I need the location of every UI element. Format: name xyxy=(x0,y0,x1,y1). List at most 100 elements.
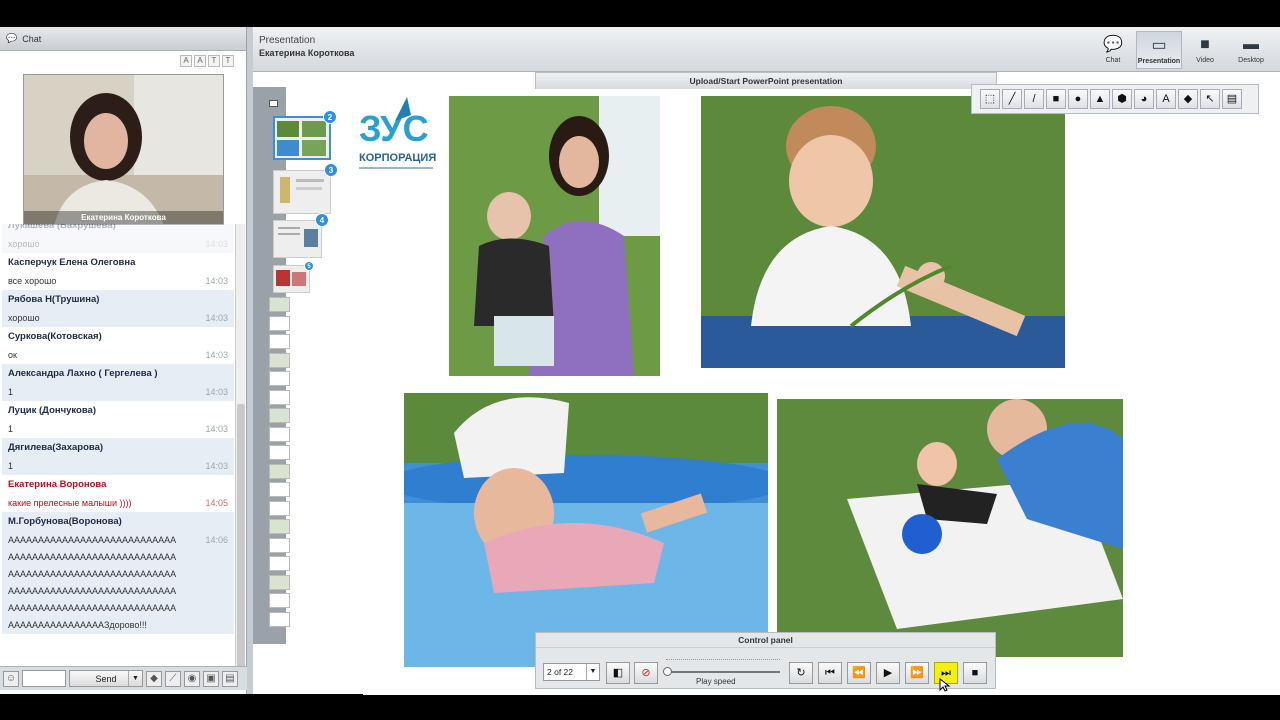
photo-baby-with-flowers xyxy=(701,96,1065,368)
message-text: 1 xyxy=(8,424,14,434)
emoticon-icon[interactable]: ☺ xyxy=(3,670,19,687)
desktop-icon: ▬ xyxy=(1243,36,1259,53)
text-style-button[interactable]: T xyxy=(208,55,220,67)
message-time: 14:03 xyxy=(205,424,228,434)
message-line: ок 14:03 xyxy=(8,347,228,364)
circle-icon[interactable]: ● xyxy=(1068,89,1088,109)
slide-thumbnail[interactable] xyxy=(269,611,290,627)
message-time: 14:06 xyxy=(205,535,228,545)
play-speed-slider[interactable] xyxy=(663,667,780,676)
slide-thumbnail[interactable] xyxy=(269,574,290,590)
line-icon[interactable]: / xyxy=(1024,89,1044,109)
slide-thumbnail[interactable]: 4 xyxy=(273,213,329,258)
slider-knob[interactable] xyxy=(663,667,672,676)
clear-icon[interactable]: ▤ xyxy=(1222,89,1242,109)
chat-panel: 💬 Chat A A T T Екатерина Короткова Лукаш… xyxy=(0,27,247,694)
slide-thumbnail[interactable] xyxy=(269,556,290,571)
slide-thumbnail[interactable] xyxy=(269,593,290,608)
first-slide-button[interactable]: ⏮ xyxy=(818,662,842,684)
drawing-toolbar: ⬚ ╱ / ■ ● ▲ ⬢ ◕ A ◆ ↖ ▤ xyxy=(971,84,1259,114)
rectangle-icon[interactable]: ■ xyxy=(1046,89,1066,109)
mode-desktop[interactable]: ▬ Desktop xyxy=(1228,31,1274,69)
chat-input[interactable] xyxy=(22,670,66,687)
chevron-down-icon[interactable]: ▼ xyxy=(128,671,142,686)
previous-slide-button[interactable]: ⏪ xyxy=(847,662,871,684)
font-size-button[interactable]: A xyxy=(194,55,206,67)
triangle-icon[interactable]: ▲ xyxy=(1090,89,1110,109)
chat-icon: 💬 xyxy=(6,33,18,43)
chat-title: Chat xyxy=(22,33,42,44)
message-text: хорошо xyxy=(8,239,40,249)
page-select[interactable]: 2 of 22 ▼ xyxy=(543,663,600,681)
slide-thumbnail[interactable] xyxy=(269,371,290,386)
slide-thumbnail[interactable] xyxy=(269,500,290,516)
slide-thumbnail[interactable] xyxy=(269,352,290,368)
eraser-icon[interactable]: ◆ xyxy=(146,670,162,687)
pie-icon[interactable]: ◕ xyxy=(1134,89,1154,109)
eye-icon[interactable]: ◉ xyxy=(184,670,200,687)
message-line: 1 14:03 xyxy=(8,458,228,475)
slide-thumbnail[interactable] xyxy=(269,408,290,423)
control-panel: Control panel 2 of 22 ▼ ◧ ⊘ Play speed ↻ ⏮… xyxy=(535,632,996,689)
chat-message: Лукашева (Вахрушева) хорошо 14:03 xyxy=(2,224,234,253)
slide-thumbnail[interactable] xyxy=(269,426,290,442)
upload-presentation-button[interactable]: Upload/Start PowerPoint presentation xyxy=(535,72,997,90)
slide-thumbnail[interactable]: 5 xyxy=(273,261,314,293)
pencil-icon[interactable]: ╱ xyxy=(1002,89,1022,109)
eraser-icon[interactable]: ◆ xyxy=(1178,89,1198,109)
slide-thumbnail[interactable] xyxy=(269,482,290,497)
message-author: Лукашева (Вахрушева) xyxy=(8,224,116,231)
stop-button[interactable]: ■ xyxy=(963,662,987,684)
slide-number-badge: 2 xyxy=(323,110,337,124)
pointer-icon[interactable]: ↖ xyxy=(1200,89,1220,109)
restart-button[interactable]: ↻ xyxy=(789,662,813,684)
thumbnails-toggle-button[interactable]: ◧ xyxy=(606,662,630,684)
slide-thumbnail[interactable] xyxy=(269,389,290,405)
message-author: Суркова(Котовская) xyxy=(8,331,102,342)
message-line: АААААААААААААААААААААААААААА xyxy=(8,549,228,566)
slide-thumbnail[interactable] xyxy=(269,519,290,534)
slide-thumbnail[interactable]: 2 xyxy=(273,110,337,160)
font-size-button[interactable]: A xyxy=(180,55,192,67)
webcam-image xyxy=(24,75,223,224)
message-author: М.Горбунова(Воронова) xyxy=(8,516,122,527)
text-icon[interactable]: A xyxy=(1156,89,1176,109)
play-speed-label: Play speed xyxy=(696,677,736,686)
lock-icon[interactable]: ▣ xyxy=(203,670,219,687)
slide-thumbnail[interactable] xyxy=(269,537,290,553)
play-button[interactable]: ▶ xyxy=(876,662,900,684)
chevron-down-icon[interactable]: ▼ xyxy=(586,664,599,680)
mode-video[interactable]: ■ Video xyxy=(1182,31,1228,69)
message-author: Александра Лахно ( Гергелева ) xyxy=(8,368,158,379)
chat-scrollbar[interactable] xyxy=(235,224,245,690)
mode-presentation[interactable]: ▭ Presentation xyxy=(1136,31,1182,69)
link-icon[interactable]: ⟋ xyxy=(165,670,181,687)
slide-thumbnail[interactable] xyxy=(269,463,290,479)
slide-thumbnail[interactable] xyxy=(269,334,290,349)
mute-button[interactable]: ⊘ xyxy=(634,662,658,684)
photo-mother-with-baby xyxy=(449,96,660,376)
scrollbar-thumb[interactable] xyxy=(237,404,245,684)
message-time: 14:03 xyxy=(205,461,228,471)
collapse-icon[interactable] xyxy=(269,100,278,107)
previous-slide-icon: ⏪ xyxy=(852,667,866,679)
message-text: ок xyxy=(8,350,17,360)
send-button[interactable]: Send ▼ xyxy=(69,670,143,687)
mode-label: Video xyxy=(1196,57,1214,64)
save-icon[interactable]: ▤ xyxy=(222,670,238,687)
slide-canvas[interactable]: ЗУС КОРПОРАЦИЯ xyxy=(359,89,1280,695)
hexagon-icon[interactable]: ⬢ xyxy=(1112,89,1132,109)
slide-thumbnail[interactable] xyxy=(269,445,290,460)
select-icon[interactable]: ⬚ xyxy=(980,89,1000,109)
slide-thumbnail[interactable] xyxy=(269,297,290,312)
first-slide-icon: ⏮ xyxy=(825,667,835,679)
company-logo: ЗУС КОРПОРАЦИЯ xyxy=(357,89,437,179)
slide-thumbnail[interactable]: 3 xyxy=(273,163,338,214)
text-style-button[interactable]: T xyxy=(222,55,234,67)
slide-thumbnail[interactable] xyxy=(269,315,290,331)
next-slide-icon: ⏩ xyxy=(910,667,924,679)
message-line: все хорошо 14:03 xyxy=(8,273,228,290)
logo-caption: КОРПОРАЦИЯ xyxy=(359,152,436,164)
mode-chat[interactable]: 💬 Chat xyxy=(1090,31,1136,69)
next-slide-button[interactable]: ⏩ xyxy=(905,662,929,684)
